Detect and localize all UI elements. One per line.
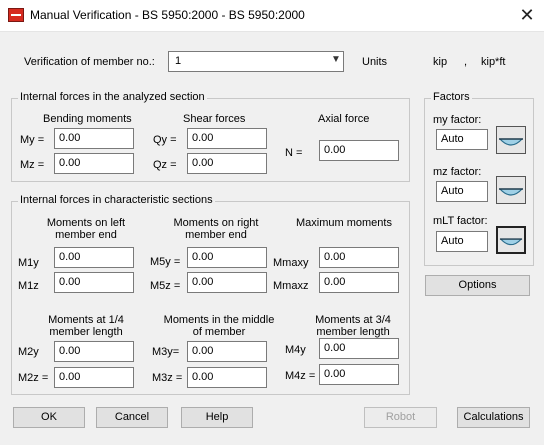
qz-label: Qz = [153,159,177,171]
mz-factor-label: mz factor: [433,166,482,178]
options-button[interactable]: Options [425,275,530,296]
my-factor-button[interactable] [496,126,526,154]
moment-diagram-icon [499,188,523,196]
m2z-label: M2z = [18,372,49,384]
m3y-label: M3y= [152,346,180,358]
m5z-label: M5z = [150,280,181,292]
mmaxy-input[interactable]: 0.00 [319,247,399,268]
mmaxz-input[interactable]: 0.00 [319,272,399,293]
app-icon [8,8,24,22]
m4y-input[interactable]: 0.00 [319,338,399,359]
units-label: Units [362,56,388,68]
m2y-label: M2y [18,346,39,358]
window-title: Manual Verification - BS 5950:2000 - BS … [30,8,305,22]
m4z-input[interactable]: 0.00 [319,364,399,385]
m5y-input[interactable]: 0.00 [187,247,267,268]
factors-title: Factors [431,91,472,103]
shear-forces-heading: Shear forces [183,113,246,125]
bending-moments-heading: Bending moments [43,113,132,125]
mmaxz-label: Mmaxz [273,280,309,292]
unit-separator: , [464,56,468,68]
my-input[interactable]: 0.00 [54,128,134,149]
my-factor-input[interactable]: Auto [436,129,488,150]
m4y-label: M4y [285,344,306,356]
m3z-input[interactable]: 0.00 [187,367,267,388]
robot-button[interactable]: Robot [364,407,437,428]
m1y-input[interactable]: 0.00 [54,247,134,268]
ok-button[interactable]: OK [13,407,85,428]
m2y-input[interactable]: 0.00 [54,341,134,362]
mz-input[interactable]: 0.00 [54,153,134,174]
maximum-moments-heading: Maximum moments [296,217,392,229]
moment-diagram-icon [499,238,523,246]
mz-factor-input[interactable]: Auto [436,181,488,202]
mlt-factor-input[interactable]: Auto [436,231,488,252]
qy-label: Qy = [153,134,177,146]
m3y-input[interactable]: 0.00 [187,341,267,362]
qy-input[interactable]: 0.00 [187,128,267,149]
m3z-label: M3z = [152,372,183,384]
n-label: N = [285,147,303,159]
member-value: 1 [175,55,182,67]
qz-input[interactable]: 0.00 [187,153,267,174]
m5z-input[interactable]: 0.00 [187,272,267,293]
mz-factor-button[interactable] [496,176,526,204]
mz-label: Mz = [20,159,45,171]
calculations-button[interactable]: Calculations [457,407,530,428]
m1y-label: M1y [18,257,39,269]
member-select[interactable]: 1 ▼ [168,51,344,72]
m1z-label: M1z [18,280,39,292]
axial-force-heading: Axial force [318,113,370,125]
right-end-heading: Moments on right member end [173,217,259,241]
middle-heading: Moments in the middle of member [163,314,275,338]
cancel-button[interactable]: Cancel [96,407,168,428]
member-label: Verification of member no.: [24,56,155,68]
mmaxy-label: Mmaxy [273,257,309,269]
moment-diagram-icon [499,138,523,146]
m1z-input[interactable]: 0.00 [54,272,134,293]
my-factor-label: my factor: [433,114,482,126]
close-icon[interactable]: ✕ [514,3,540,27]
help-button[interactable]: Help [181,407,253,428]
unit-force: kip [433,56,448,68]
m4z-label: M4z = [285,370,316,382]
n-input[interactable]: 0.00 [319,140,399,161]
m5y-label: M5y = [150,256,181,268]
quarter-length-heading: Moments at 1/4 member length [48,314,124,338]
mlt-factor-button[interactable] [496,226,526,254]
m2z-input[interactable]: 0.00 [54,367,134,388]
characteristic-sections-title: Internal forces in characteristic sectio… [18,194,215,206]
analyzed-section-title: Internal forces in the analyzed section [18,91,207,103]
chevron-down-icon: ▼ [331,54,341,65]
three-quarter-heading: Moments at 3/4 member length [315,314,391,338]
mlt-factor-label: mLT factor: [433,215,488,227]
my-label: My = [20,134,45,146]
left-end-heading: Moments on left member end [46,217,126,241]
unit-moment: kip*ft [481,56,506,68]
